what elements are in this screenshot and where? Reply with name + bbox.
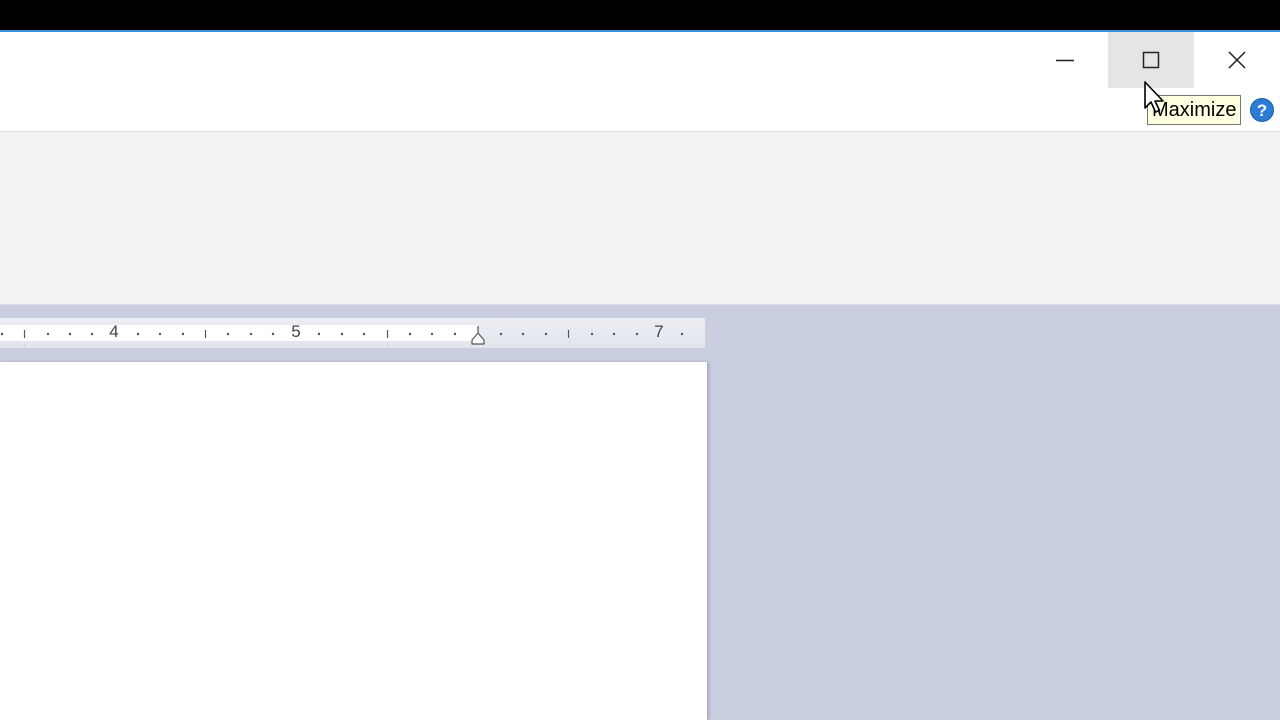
maximize-icon bbox=[1142, 51, 1160, 69]
minimize-button[interactable] bbox=[1022, 32, 1108, 88]
screen: Maximize ? 4 5 7 bbox=[0, 0, 1280, 720]
title-bar[interactable]: Maximize ? bbox=[0, 30, 1280, 131]
ruler-label-4: 4 bbox=[109, 322, 119, 341]
mouse-cursor-icon bbox=[1144, 81, 1164, 113]
close-button[interactable] bbox=[1194, 32, 1280, 88]
right-indent-marker-icon bbox=[471, 326, 485, 345]
help-icon[interactable]: ? bbox=[1250, 98, 1274, 122]
close-icon bbox=[1228, 51, 1246, 69]
document-workspace: 4 5 7 bbox=[0, 305, 1280, 720]
ruler-label-7: 7 bbox=[654, 322, 664, 341]
ribbon bbox=[0, 131, 1280, 305]
word-window: Maximize ? 4 5 7 bbox=[0, 30, 1280, 720]
minimize-icon bbox=[1056, 59, 1074, 62]
top-bezel bbox=[0, 0, 1280, 30]
horizontal-ruler[interactable]: 4 5 7 bbox=[0, 318, 705, 348]
ruler-label-5: 5 bbox=[291, 322, 301, 341]
document-page[interactable] bbox=[0, 362, 707, 720]
